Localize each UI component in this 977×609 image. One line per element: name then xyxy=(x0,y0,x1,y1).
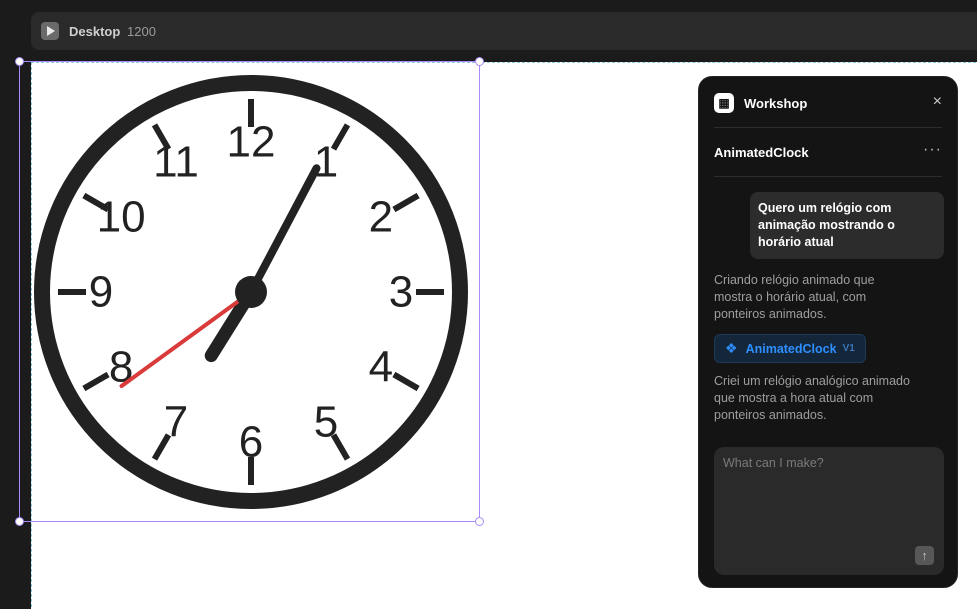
assistant-message: Criando relógio animado que mostra o hor… xyxy=(714,273,875,321)
clock-numeral: 5 xyxy=(314,397,338,446)
clock-numeral: 9 xyxy=(89,268,113,317)
component-title: AnimatedClock xyxy=(714,145,809,160)
artifact-name: AnimatedClock xyxy=(745,341,837,356)
workshop-logo-icon: ▦ xyxy=(714,93,734,113)
clock-numeral: 11 xyxy=(153,138,199,187)
preview-toolbar: Desktop 1200 xyxy=(31,12,977,50)
more-options-button[interactable]: ··· xyxy=(923,141,942,159)
artifact-chip[interactable]: ❖ AnimatedClock V1 xyxy=(714,334,866,363)
artifact-version: V1 xyxy=(842,343,855,354)
resize-handle-top-left[interactable] xyxy=(15,57,24,66)
analog-clock[interactable]: 12 1234567891011 xyxy=(31,72,471,512)
clock-numeral: 6 xyxy=(239,418,263,467)
play-icon[interactable] xyxy=(41,22,59,40)
clock-center-cap xyxy=(235,276,267,308)
prompt-input[interactable] xyxy=(714,447,944,575)
panel-header: ▦ Workshop × xyxy=(714,93,942,115)
resize-handle-bottom-left[interactable] xyxy=(15,517,24,526)
close-button[interactable]: × xyxy=(933,93,942,111)
header-divider xyxy=(714,127,942,128)
clock-numeral: 3 xyxy=(389,268,413,317)
panel-title: Workshop xyxy=(744,96,808,111)
arrow-up-icon[interactable]: ↑ xyxy=(915,546,934,565)
workshop-panel: ▦ Workshop × AnimatedClock ··· Quero um … xyxy=(698,76,958,588)
frame-name: Desktop xyxy=(69,24,121,39)
title-divider xyxy=(714,176,942,177)
clock-numeral: 2 xyxy=(369,193,393,242)
clock-numeral: 1 xyxy=(314,138,338,187)
clock-numeral: 7 xyxy=(164,397,188,446)
assistant-message: Criei um relógio analógico animado que m… xyxy=(714,374,910,422)
component-icon: ❖ xyxy=(725,340,738,356)
clock-numeral: 12 xyxy=(227,118,276,167)
frame-width: 1200 xyxy=(127,24,156,39)
prompt-box: ↑ xyxy=(714,447,944,575)
clock-numeral: 10 xyxy=(97,193,146,242)
clock-numeral: 4 xyxy=(369,343,393,392)
user-message: Quero um relógio com animação mostrando … xyxy=(750,192,944,259)
